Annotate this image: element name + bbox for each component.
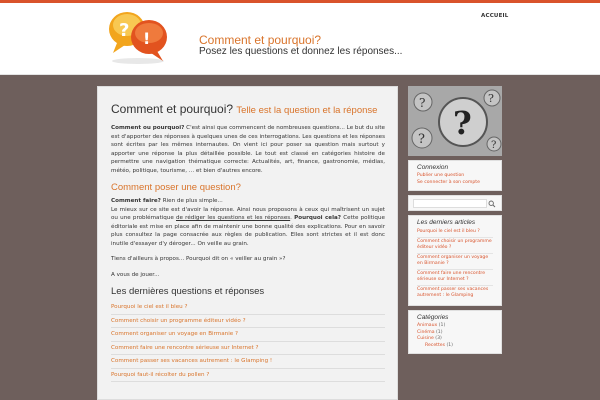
article-link[interactable]: Comment faire une rencontre sérieuse sur… <box>417 270 493 286</box>
site-title[interactable]: Comment et pourquoi? <box>199 33 321 47</box>
page-title: Comment et pourquoi? Telle est la questi… <box>111 102 385 116</box>
svg-text:?: ? <box>453 104 472 142</box>
subcategory-item[interactable]: Recettes (1) <box>417 343 493 350</box>
category-name: Cuisine <box>417 336 434 341</box>
article-link[interactable]: Comment choisir un programme éditeur vid… <box>417 238 493 254</box>
article-link[interactable]: Comment organiser un voyage en Birmanie … <box>417 254 493 270</box>
category-count: (1) <box>446 342 453 348</box>
intro-bold: Comment ou pourquoi? <box>111 125 185 131</box>
site-header: ? ! Comment et pourquoi? Posez les quest… <box>0 3 600 75</box>
section-title-how-to-ask: Comment poser une question? <box>111 182 241 193</box>
svg-text:!: ! <box>143 29 150 48</box>
categories-widget: Catégories Animaux (1) Cinéma (1) Cuisin… <box>408 310 502 354</box>
page-title-subtitle: Telle est la question et la réponse <box>236 105 378 116</box>
nav-home-link[interactable]: ACCUEIL <box>481 13 509 19</box>
question-link[interactable]: Pourquoi le ciel est il bleu ? <box>111 301 385 315</box>
how-to-bold: Comment faire? <box>111 198 161 204</box>
how-to-paragraph: Comment faire? Rien de plus simple... Le… <box>111 197 385 248</box>
categories-title: Catégories <box>417 314 449 321</box>
intro-paragraph: Comment ou pourquoi? C'est ainsi que com… <box>111 124 385 175</box>
connexion-title: Connexion <box>417 164 449 171</box>
svg-text:?: ? <box>418 132 425 147</box>
latest-questions-title: Les dernières questions et réponses <box>111 286 265 297</box>
latest-questions-list: Pourquoi le ciel est il bleu ? Comment c… <box>111 301 385 382</box>
search-icon[interactable] <box>488 200 496 208</box>
connexion-widget: Connexion Publier une question Se connec… <box>408 160 502 191</box>
category-name: Cinéma <box>417 329 435 335</box>
question-link[interactable]: Comment choisir un programme éditeur vid… <box>111 315 385 328</box>
latest-articles-widget: Les derniers articles Pourquoi le ciel e… <box>408 215 502 306</box>
category-count: (1) <box>438 323 446 328</box>
latest-articles-title: Les derniers articles <box>417 219 476 226</box>
svg-text:?: ? <box>491 140 496 151</box>
paragraph-a-vous: A vous de jouer... <box>111 271 160 278</box>
main-content: Comment et pourquoi? Telle est la questi… <box>97 86 398 400</box>
intro-text: C'est ainsi que commencent de nombreuses… <box>111 125 386 174</box>
paragraph-veiller: Tiens d'ailleurs à propos... Pourquoi di… <box>111 256 286 262</box>
question-marks-banner-image: ? ? ? ? ? <box>408 86 502 156</box>
publish-rules-link[interactable]: de rédiger les questions et les réponses <box>176 215 290 221</box>
question-link[interactable]: Comment faire une rencontre sérieuse sur… <box>111 342 385 355</box>
question-link[interactable]: Pourquoi faut-il récolter du pollen ? <box>111 369 385 382</box>
site-description: Posez les questions et donnez les répons… <box>199 46 403 57</box>
category-name: Animaux <box>417 323 438 328</box>
svg-text:?: ? <box>119 20 129 41</box>
svg-text:?: ? <box>419 96 425 110</box>
category-name: Recettes <box>425 342 445 348</box>
page-title-main: Comment et pourquoi? <box>111 102 234 116</box>
why-bold: Pourquoi cela? <box>294 215 342 221</box>
category-count: (1) <box>435 329 443 335</box>
search-input[interactable] <box>413 199 487 208</box>
article-link[interactable]: Pourquoi le ciel est il bleu ? <box>417 228 493 238</box>
question-link[interactable]: Comment passer ses vacances autrement : … <box>111 355 385 369</box>
login-link[interactable]: Se connecter à son compte <box>417 180 493 187</box>
logo-speech-bubbles-icon[interactable]: ? ! <box>107 7 169 65</box>
question-link[interactable]: Comment organiser un voyage en Birmanie … <box>111 328 385 342</box>
article-link[interactable]: Comment passer ses vacances autrement : … <box>417 286 493 301</box>
svg-text:?: ? <box>488 92 494 105</box>
search-widget <box>408 195 502 211</box>
category-count: (3) <box>435 336 442 341</box>
sidebar: ? ? ? ? ? Connexion Publier une question… <box>408 86 502 400</box>
